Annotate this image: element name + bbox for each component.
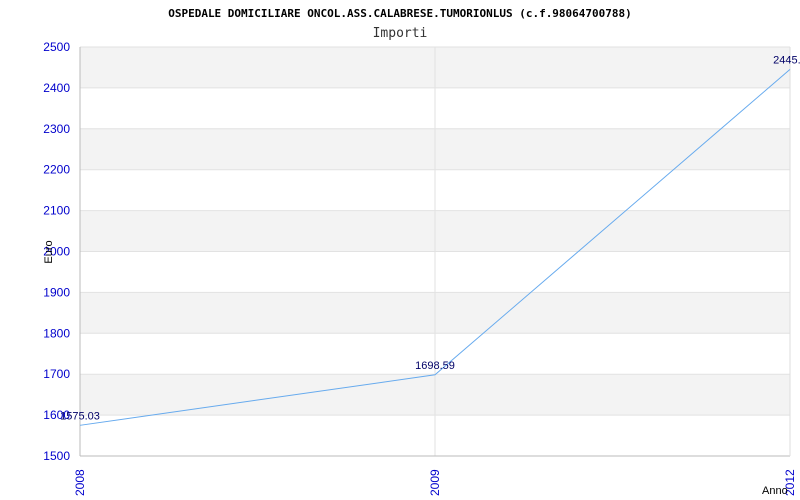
data-label: 2445.2: [773, 54, 800, 66]
x-tick-label: 2009: [428, 469, 442, 496]
y-tick-label: 1500: [43, 449, 70, 463]
y-tick-label: 2200: [43, 163, 70, 177]
data-label: 1698.59: [415, 360, 455, 372]
data-label: 1575.03: [60, 410, 100, 422]
chart-title: OSPEDALE DOMICILIARE ONCOL.ASS.CALABRESE…: [168, 7, 632, 20]
y-tick-label: 2400: [43, 81, 70, 95]
y-tick-label: 1900: [43, 285, 70, 299]
line-chart: 1500160017001800190020002100220023002400…: [43, 7, 800, 497]
x-axis-label: Anno: [762, 485, 788, 497]
x-tick-label: 2008: [73, 469, 87, 496]
y-tick-label: 2500: [43, 40, 70, 54]
y-tick-label: 1700: [43, 367, 70, 381]
y-tick-label: 2300: [43, 122, 70, 136]
y-tick-label: 1800: [43, 326, 70, 340]
x-tick-labels: 2008 2009 2012: [73, 469, 797, 496]
y-axis-label: Euro: [43, 240, 55, 263]
y-tick-label: 2100: [43, 204, 70, 218]
chart-subtitle: Importi: [373, 26, 428, 41]
